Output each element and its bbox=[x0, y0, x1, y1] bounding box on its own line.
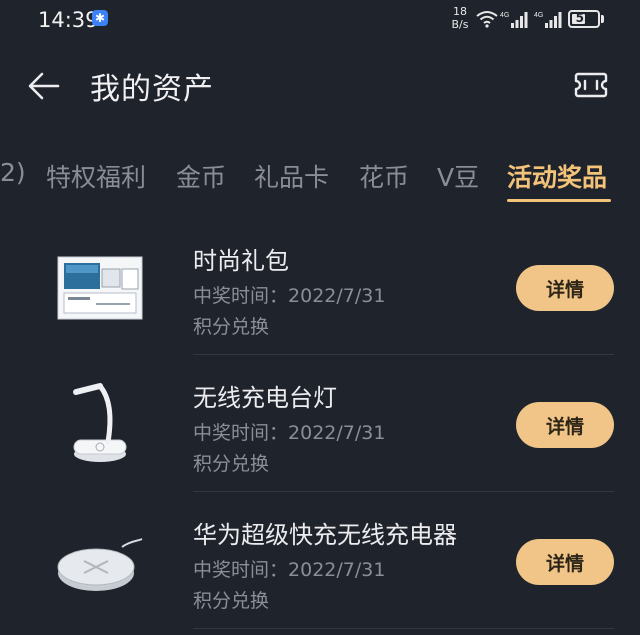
prize-date-label: 中奖时间： bbox=[193, 422, 289, 444]
cellular-signal-icon: 4G bbox=[534, 12, 562, 28]
tab-v-beans[interactable]: V豆 bbox=[437, 158, 479, 194]
active-tab-indicator bbox=[507, 199, 611, 202]
prize-list-item[interactable]: 时尚礼包 中奖时间：2022/7/31 积分兑换 详情 bbox=[0, 241, 640, 377]
prize-date-value: 2022/7/31 bbox=[288, 422, 386, 444]
prize-name: 时尚礼包 bbox=[193, 247, 289, 275]
network-speed: 18 B/s bbox=[448, 5, 472, 31]
prize-date: 中奖时间：2022/7/31 bbox=[193, 281, 385, 308]
prize-name: 无线充电台灯 bbox=[193, 384, 337, 412]
details-button[interactable]: 详情 bbox=[516, 402, 614, 448]
back-arrow-icon[interactable] bbox=[26, 68, 62, 104]
signal-1-label: 4G bbox=[500, 12, 509, 19]
prize-method: 积分兑换 bbox=[193, 590, 270, 612]
gift-box-image bbox=[57, 256, 143, 320]
prize-date-value: 2022/7/31 bbox=[288, 559, 386, 581]
ticket-icon[interactable] bbox=[574, 70, 608, 100]
notification-icon: ✱ bbox=[92, 10, 108, 26]
tab-huabi[interactable]: 花币 bbox=[359, 158, 409, 194]
signal-2-label: 4G bbox=[534, 12, 543, 19]
prize-date: 中奖时间：2022/7/31 bbox=[193, 555, 385, 582]
prize-date-label: 中奖时间： bbox=[193, 285, 289, 307]
tab-activity-prizes[interactable]: 活动奖品 bbox=[507, 158, 607, 194]
battery-icon: 55 bbox=[568, 10, 600, 28]
list-divider bbox=[193, 354, 614, 355]
wireless-charger-image bbox=[57, 538, 143, 591]
status-time: 14:39 bbox=[38, 8, 99, 32]
cellular-signal-icon: 4G bbox=[500, 12, 528, 28]
tab-coins[interactable]: 金币 bbox=[176, 158, 226, 194]
tab-gift-cards[interactable]: 礼品卡 bbox=[254, 158, 329, 194]
prize-method: 积分兑换 bbox=[193, 316, 270, 338]
page-title: 我的资产 bbox=[90, 72, 214, 107]
status-bar: 14:39 ✱ 18 B/s 4G 4G 55 bbox=[0, 0, 640, 42]
details-button[interactable]: 详情 bbox=[516, 539, 614, 585]
details-button[interactable]: 详情 bbox=[516, 265, 614, 311]
list-divider bbox=[193, 628, 614, 629]
desk-lamp-image bbox=[73, 383, 127, 462]
network-speed-value: 18 bbox=[453, 5, 467, 18]
prize-date-label: 中奖时间： bbox=[193, 559, 289, 581]
wifi-icon bbox=[476, 11, 498, 28]
prize-method: 积分兑换 bbox=[193, 453, 270, 475]
tab-partial[interactable]: 2) bbox=[0, 158, 26, 187]
battery-cap bbox=[601, 15, 604, 23]
network-speed-unit: B/s bbox=[451, 18, 469, 31]
prize-list-item[interactable]: 无线充电台灯 中奖时间：2022/7/31 积分兑换 详情 bbox=[0, 378, 640, 514]
asset-tabs: 2) 特权福利 金币 礼品卡 花币 V豆 活动奖品 bbox=[0, 158, 640, 204]
prize-name: 华为超级快充无线充电器 bbox=[193, 521, 457, 549]
prize-list-item[interactable]: 华为超级快充无线充电器 中奖时间：2022/7/31 积分兑换 详情 bbox=[0, 515, 640, 635]
list-divider bbox=[193, 491, 614, 492]
prize-date-value: 2022/7/31 bbox=[288, 285, 386, 307]
tab-privileges[interactable]: 特权福利 bbox=[46, 158, 146, 194]
prize-date: 中奖时间：2022/7/31 bbox=[193, 418, 385, 445]
battery-percentage: 55 bbox=[575, 11, 593, 25]
